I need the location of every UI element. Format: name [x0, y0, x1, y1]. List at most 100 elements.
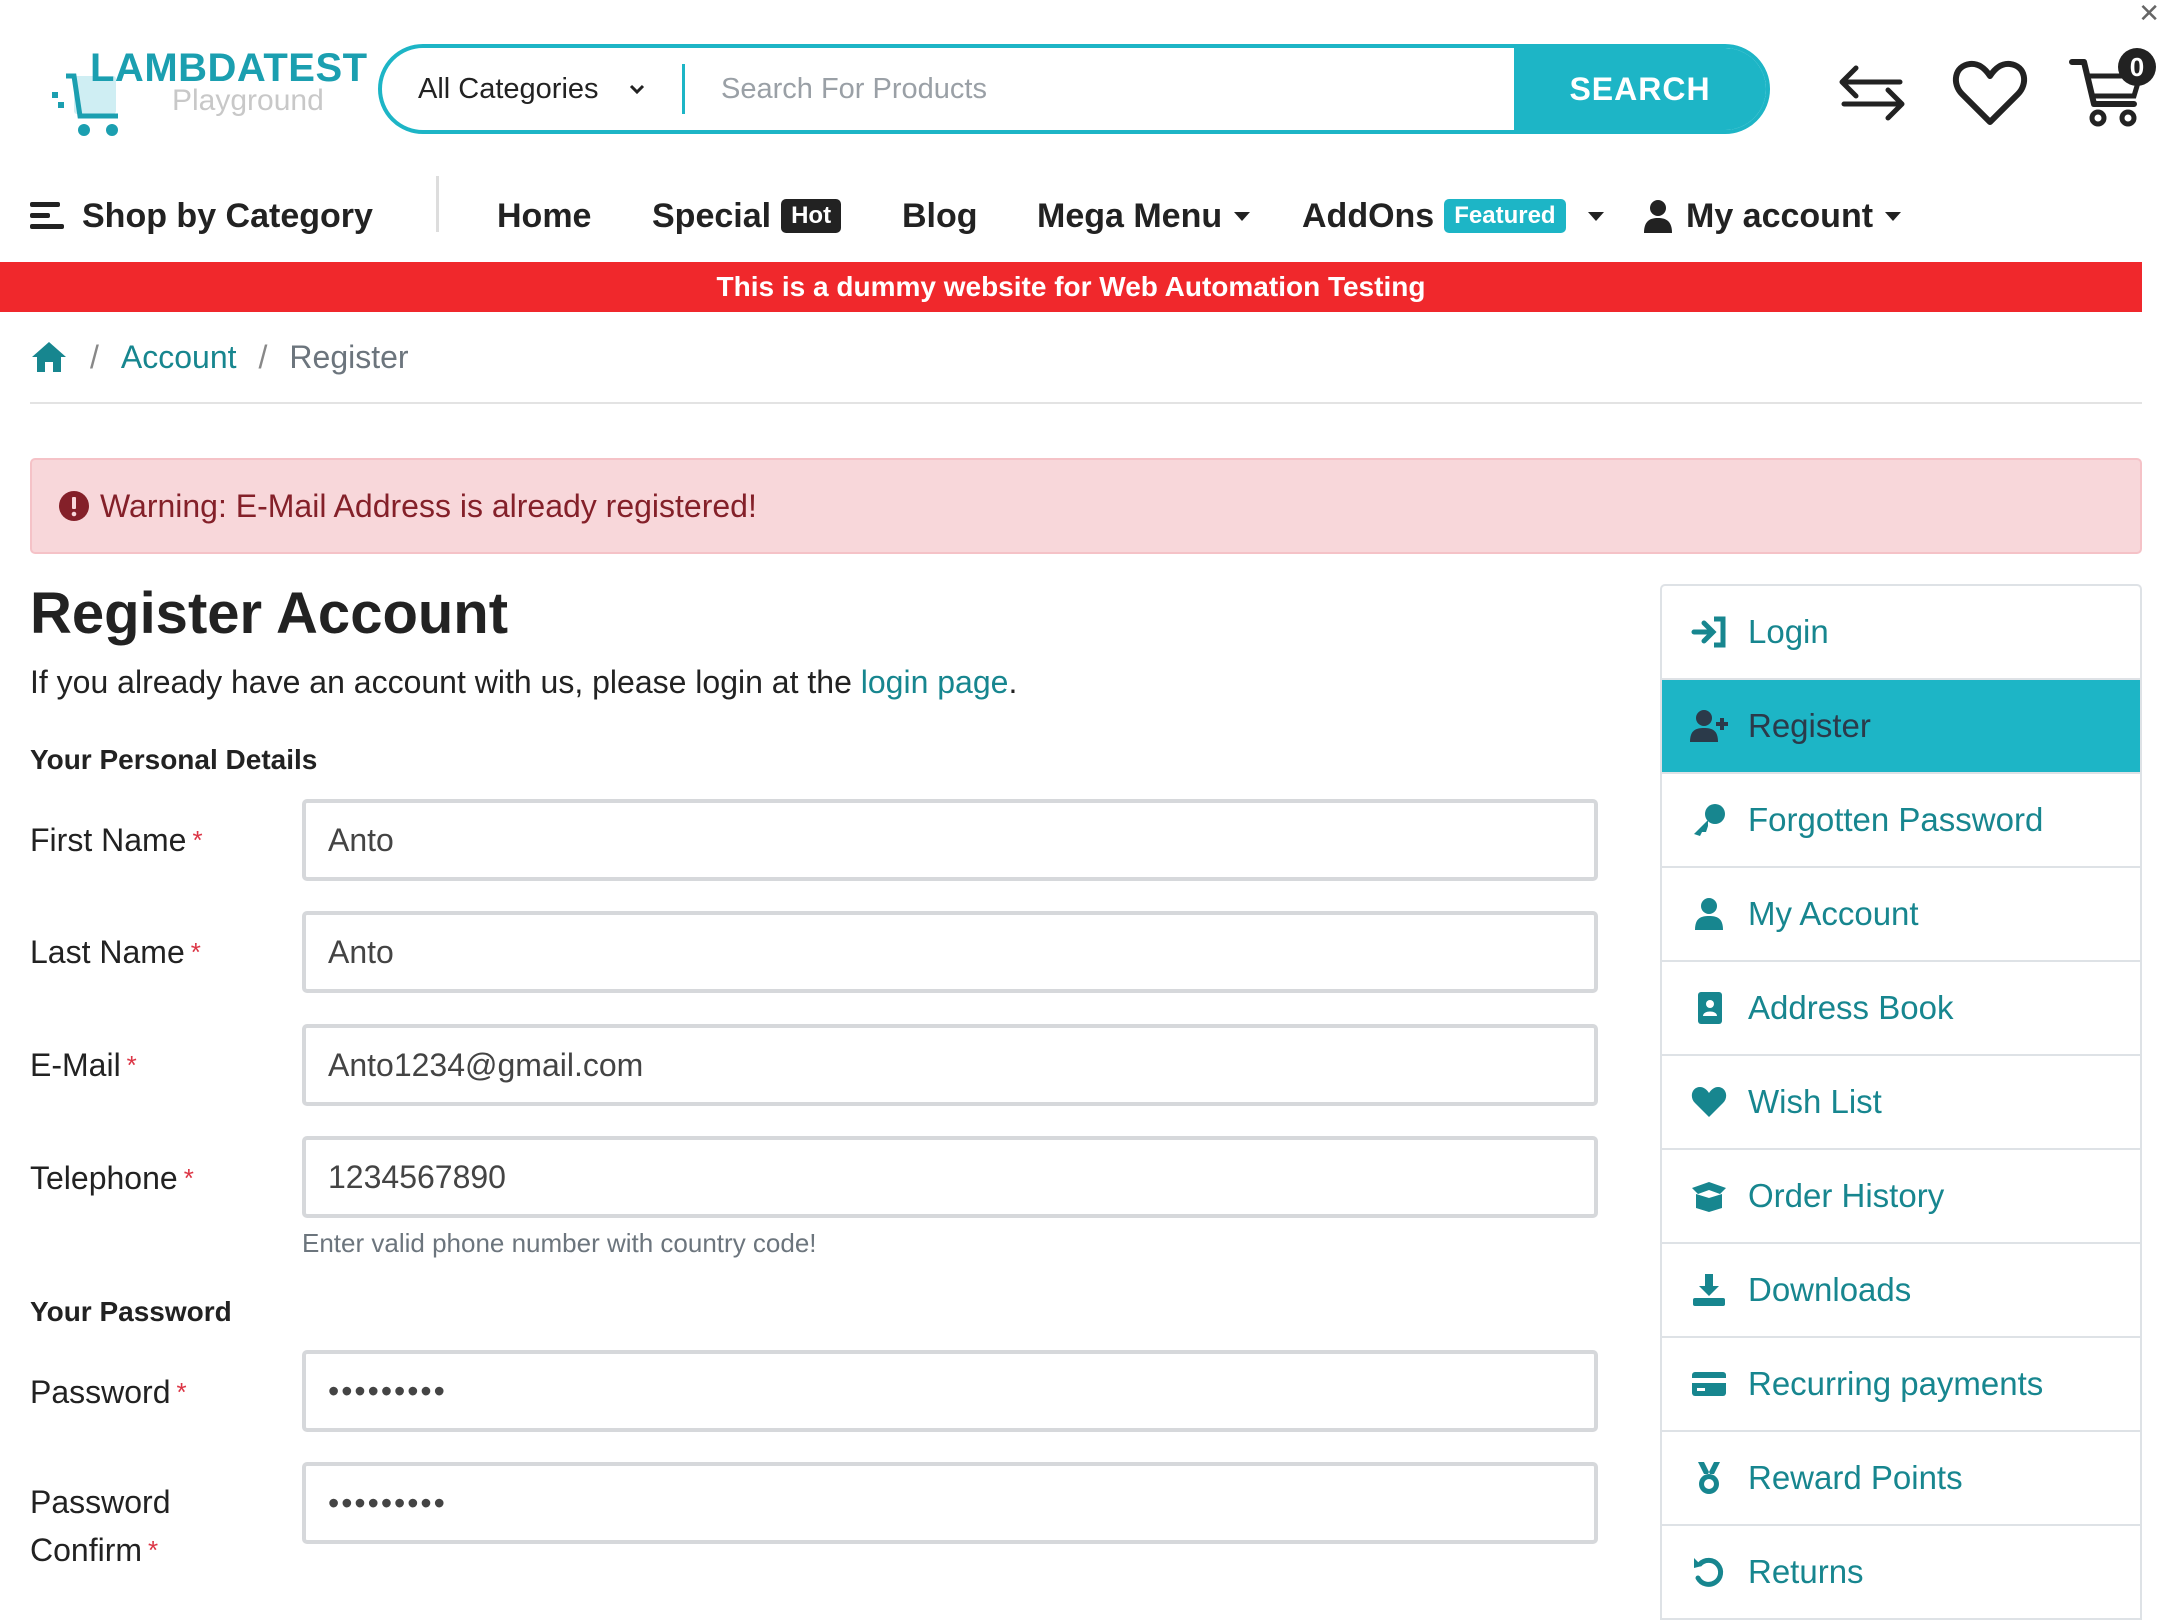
last-name-label: Last Name *: [30, 928, 201, 976]
wishlist-heart-icon[interactable]: [1950, 52, 2030, 132]
sidebar-item-my-account[interactable]: My Account: [1662, 868, 2140, 962]
first-name-input[interactable]: [302, 799, 1598, 881]
sidebar-item-register[interactable]: Register: [1662, 680, 2140, 774]
nav-addons[interactable]: AddOns Featured: [1302, 170, 1604, 262]
sidebar-item-reward-points[interactable]: Reward Points: [1662, 1432, 2140, 1526]
nav-home-label: Home: [497, 196, 592, 235]
sidebar-item-label: Downloads: [1748, 1271, 1912, 1308]
cart-count-badge: 0: [2118, 48, 2156, 86]
sidebar-item-label: Returns: [1748, 1553, 1864, 1590]
nav-my-account[interactable]: My account: [1644, 170, 1902, 262]
password-confirm-input[interactable]: [302, 1462, 1598, 1544]
sidebar-item-label: Address Book: [1748, 989, 1954, 1026]
required-asterisk: *: [192, 825, 203, 855]
sidebar-item-order-history[interactable]: Order History: [1662, 1150, 2140, 1244]
nav-addons-label: AddOns: [1302, 196, 1435, 235]
main-nav: Shop by Category Home Special Hot Blog M…: [0, 170, 2160, 262]
sidebar-item-label: Recurring payments: [1748, 1365, 2044, 1402]
nav-mega-menu-label: Mega Menu: [1037, 196, 1223, 235]
password-label: Password *: [30, 1368, 187, 1416]
alert-text: Warning: E-Mail Address is already regis…: [100, 487, 757, 524]
user-plus-icon: [1690, 710, 1728, 742]
credit-card-icon: [1692, 1372, 1726, 1396]
sidebar-item-label: Forgotten Password: [1748, 801, 2044, 838]
banner-text: This is a dummy website for Web Automati…: [716, 271, 1426, 302]
category-select[interactable]: All Categories: [382, 48, 682, 130]
search-bar: All Categories SEARCH: [378, 44, 1770, 134]
account-sidebar: Login Register Forgotten Password My Acc…: [1660, 584, 2142, 1620]
nav-home[interactable]: Home: [497, 170, 591, 262]
search-input[interactable]: [685, 48, 1514, 130]
site-header: LAMBDATEST Playground All Categories SEA…: [0, 0, 2160, 170]
breadcrumb: / Account / Register: [30, 332, 409, 382]
first-name-label-text: First Name: [30, 822, 187, 858]
telephone-label-text: Telephone: [30, 1160, 178, 1196]
required-asterisk: *: [148, 1535, 159, 1565]
required-asterisk: *: [183, 1163, 194, 1193]
breadcrumb-separator: /: [90, 338, 99, 375]
required-asterisk: *: [126, 1050, 137, 1080]
logo[interactable]: LAMBDATEST Playground: [52, 46, 367, 141]
breadcrumb-current: Register: [289, 338, 409, 375]
password-heading: Your Password: [30, 1296, 232, 1327]
address-book-icon: [1698, 992, 1722, 1024]
email-input[interactable]: [302, 1024, 1598, 1106]
email-label-text: E-Mail: [30, 1047, 121, 1083]
nav-my-account-label: My account: [1686, 196, 1874, 235]
breadcrumb-divider: [30, 402, 2142, 404]
medal-icon: [1698, 1462, 1720, 1494]
sidebar-item-label: My Account: [1748, 895, 1919, 932]
nav-blog[interactable]: Blog: [902, 170, 978, 262]
telephone-input[interactable]: [302, 1136, 1598, 1218]
sidebar-item-label: Reward Points: [1748, 1459, 1963, 1496]
nav-special-label: Special: [652, 196, 772, 235]
intro-text-end: .: [1008, 664, 1018, 700]
nav-mega-menu[interactable]: Mega Menu: [1037, 170, 1251, 262]
sign-in-icon: [1691, 616, 1726, 648]
required-asterisk: *: [190, 937, 201, 967]
sidebar-item-wish-list[interactable]: Wish List: [1662, 1056, 2140, 1150]
login-page-link[interactable]: login page: [861, 664, 1009, 700]
last-name-label-text: Last Name: [30, 934, 185, 970]
intro-text: If you already have an account with us, …: [30, 664, 1017, 701]
compare-icon[interactable]: [1832, 52, 1912, 132]
password-confirm-label-line2: Confirm: [30, 1532, 143, 1568]
breadcrumb-account-link[interactable]: Account: [121, 339, 237, 376]
shop-by-category-label: Shop by Category: [82, 196, 373, 235]
shop-by-category-menu[interactable]: Shop by Category: [30, 170, 373, 262]
sidebar-item-downloads[interactable]: Downloads: [1662, 1244, 2140, 1338]
undo-icon: [1694, 1557, 1724, 1587]
last-name-input[interactable]: [302, 911, 1598, 993]
sidebar-item-label: Wish List: [1748, 1083, 1882, 1120]
heart-icon: [1691, 1087, 1727, 1117]
nav-divider: [436, 176, 439, 232]
page-title: Register Account: [30, 581, 509, 646]
user-icon: [1644, 200, 1672, 233]
promo-banner: This is a dummy website for Web Automati…: [0, 262, 2142, 312]
nav-blog-label: Blog: [902, 196, 978, 235]
sidebar-item-returns[interactable]: Returns: [1662, 1526, 2140, 1620]
sidebar-item-address-book[interactable]: Address Book: [1662, 962, 2140, 1056]
required-asterisk: *: [176, 1377, 187, 1407]
sidebar-item-forgotten-password[interactable]: Forgotten Password: [1662, 774, 2140, 868]
download-icon: [1693, 1274, 1725, 1306]
sidebar-item-label: Login: [1748, 613, 1829, 650]
password-input[interactable]: [302, 1350, 1598, 1432]
nav-special[interactable]: Special Hot: [652, 170, 842, 262]
password-confirm-label-line1: Password: [30, 1484, 171, 1520]
sidebar-item-label: Order History: [1748, 1177, 1945, 1214]
exclamation-circle-icon: [59, 491, 89, 521]
chevron-down-icon: [629, 84, 645, 95]
search-button[interactable]: SEARCH: [1514, 48, 1766, 130]
personal-details-heading: Your Personal Details: [30, 744, 318, 775]
sidebar-item-recurring-payments[interactable]: Recurring payments: [1662, 1338, 2140, 1432]
caret-down-icon: [1587, 211, 1604, 221]
featured-badge: Featured: [1444, 199, 1566, 233]
telephone-label: Telephone *: [30, 1154, 194, 1202]
sidebar-item-login[interactable]: Login: [1662, 586, 2140, 680]
home-icon[interactable]: [30, 340, 68, 374]
intro-text-body: If you already have an account with us, …: [30, 664, 861, 700]
email-label: E-Mail *: [30, 1041, 137, 1089]
box-open-icon: [1692, 1182, 1726, 1212]
category-select-value: All Categories: [418, 72, 599, 105]
